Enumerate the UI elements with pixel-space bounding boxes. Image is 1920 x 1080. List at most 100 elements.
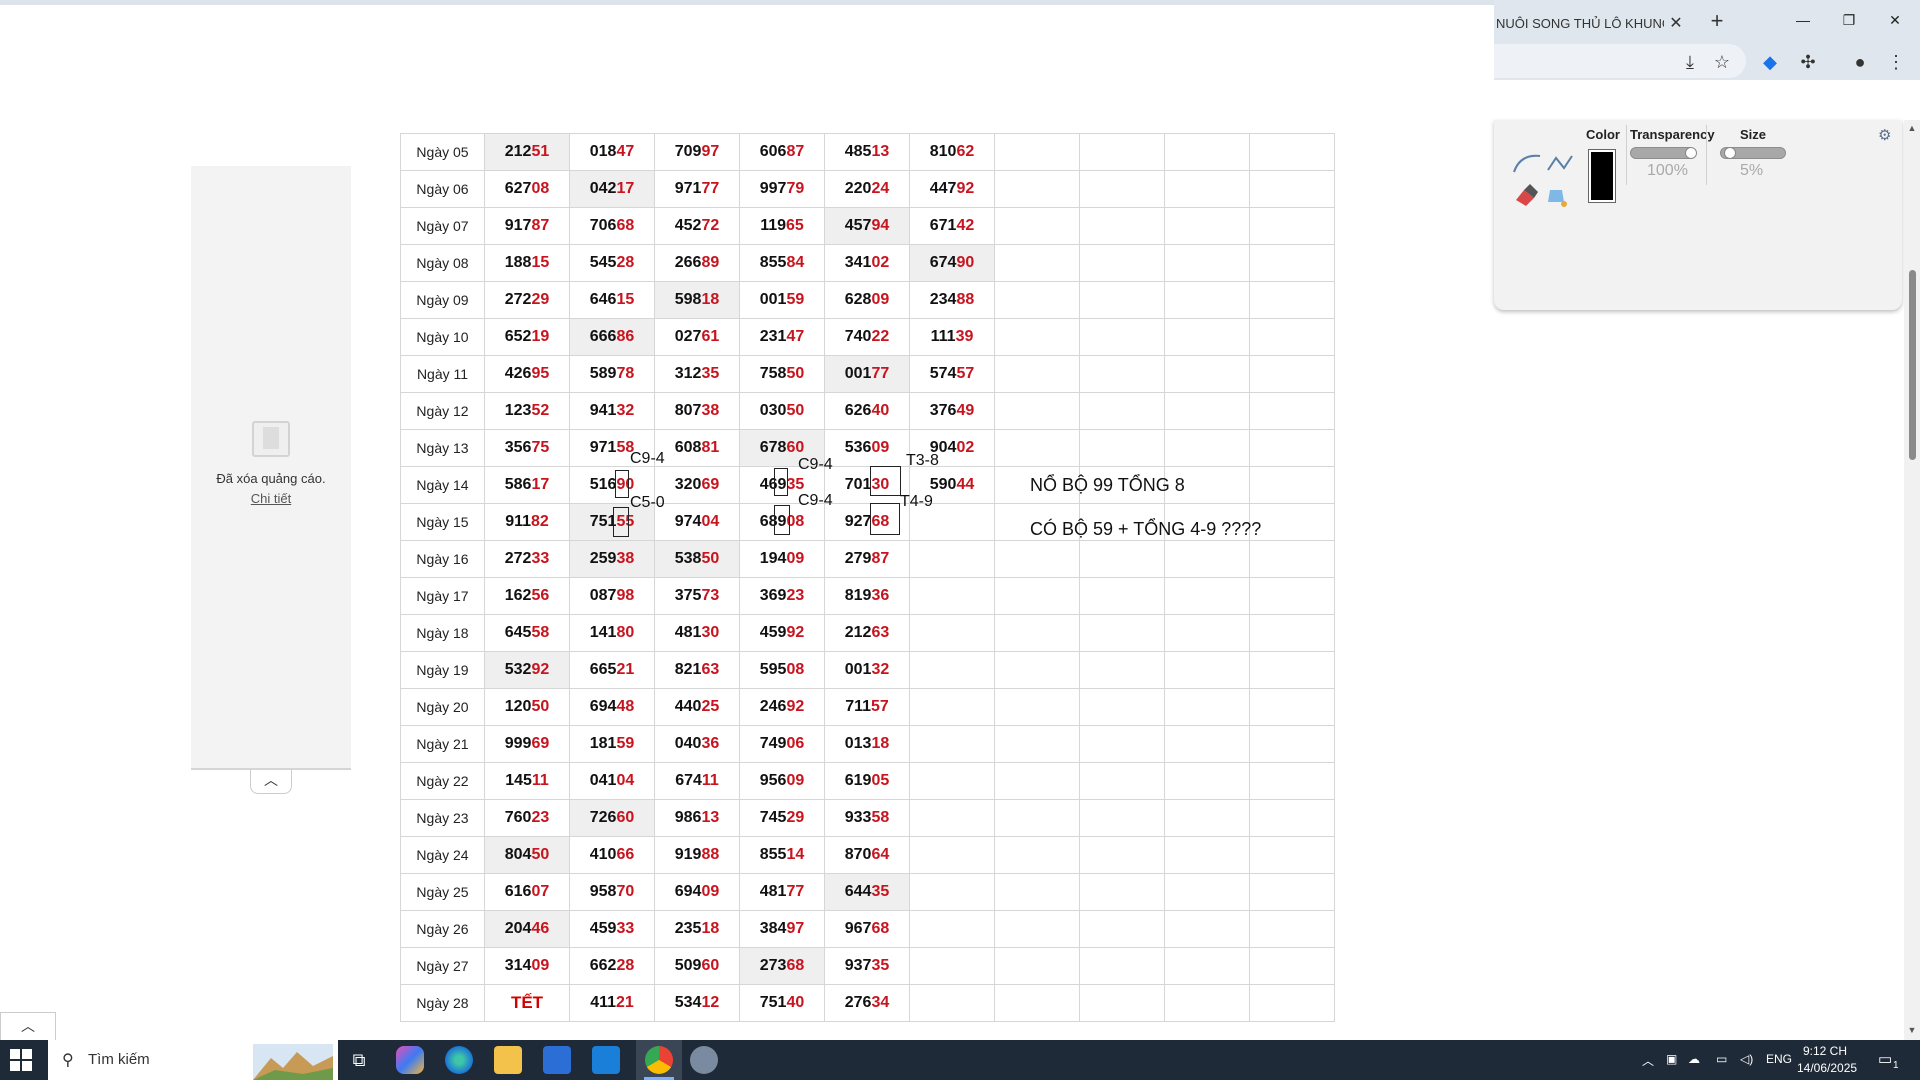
settings-gear-icon[interactable]: ⚙ [1878,126,1891,144]
size-slider-thumb[interactable] [1723,147,1736,159]
result-cell: 66228 [569,947,655,985]
result-cell: 27233 [484,540,570,578]
result-cell: 62708 [484,170,570,208]
network-icon[interactable]: ▭ [1716,1052,1727,1066]
result-cell: 57457 [909,355,995,393]
microsoft-store-icon[interactable] [543,1046,571,1074]
onedrive-icon[interactable]: ☁ [1688,1052,1700,1066]
day-label: Ngày 11 [400,355,485,393]
cell-prefix: 235 [674,920,702,937]
result-cell: 60881 [654,429,740,467]
extensions-puzzle-icon[interactable]: ✣ [1796,50,1820,74]
language-indicator[interactable]: ENG [1766,1052,1792,1066]
result-cell: 67142 [909,207,995,245]
toolbar-divider [1706,125,1707,185]
result-cell: 42695 [484,355,570,393]
cell-prefix: 706 [589,217,617,234]
restore-button[interactable]: ❐ [1826,6,1872,36]
bottom-chevron-up-icon[interactable]: ︿ [0,1012,56,1040]
result-cell: 66686 [569,318,655,356]
install-app-icon[interactable]: ⤓ [1678,50,1702,74]
task-view-icon[interactable]: ⧉ [345,1046,373,1074]
result-cell: 38497 [739,910,825,948]
cell-suffix: 50 [531,846,550,863]
bookmark-star-icon[interactable]: ☆ [1710,50,1734,74]
result-cell: 44025 [654,688,740,726]
empty-cell [1079,429,1165,467]
cell-suffix: 95 [531,365,550,382]
tray-overflow-icon[interactable]: ︿ [1642,1052,1654,1069]
result-cell: 69448 [569,688,655,726]
file-explorer-icon[interactable] [494,1046,522,1074]
copilot-icon[interactable] [396,1046,424,1074]
chrome-taskbar-button[interactable] [636,1040,682,1080]
pen-stroke-icon[interactable] [1512,150,1544,174]
result-cell [909,873,995,911]
annotation-box [774,505,790,535]
transparency-slider[interactable] [1630,147,1697,159]
notification-icon[interactable]: ▭ [1878,1050,1892,1068]
cell-suffix: 36 [871,587,890,604]
windows-start-icon[interactable] [10,1049,32,1071]
cell-prefix: 041 [589,772,617,789]
result-cell: 91182 [484,503,570,541]
menu-kebab-icon[interactable]: ⋮ [1884,50,1908,74]
transparency-slider-thumb[interactable] [1685,147,1697,159]
empty-cell [1164,540,1250,578]
meet-now-icon[interactable]: ▣ [1666,1052,1677,1066]
profile-avatar-icon[interactable]: ● [1848,50,1872,74]
cell-prefix: 662 [589,957,617,974]
result-cell: 64615 [569,281,655,319]
edge-browser-icon[interactable] [445,1046,473,1074]
page-scrollbar[interactable]: ▲ ▼ [1904,120,1920,1040]
result-cell: 66521 [569,651,655,689]
empty-cell [1079,355,1165,393]
tab-close-icon[interactable]: ✕ [1664,13,1688,33]
result-cell: 75850 [739,355,825,393]
result-cell: 25938 [569,540,655,578]
result-cell: 71157 [824,688,910,726]
cell-prefix: 027 [674,328,702,345]
close-window-button[interactable]: ✕ [1872,6,1918,36]
cell-prefix: 141 [589,624,617,641]
paint-bucket-icon[interactable] [1544,184,1572,208]
cell-suffix: 64 [871,846,890,863]
ad-details-link[interactable]: Chi tiết [191,491,351,506]
translate-extension-icon[interactable]: ◆ [1758,50,1782,74]
empty-cell [1249,799,1335,837]
result-cell: 91787 [484,207,570,245]
settings-app-icon[interactable] [690,1046,718,1074]
cell-suffix: 61 [701,328,720,345]
result-cell: 93735 [824,947,910,985]
eraser-icon[interactable] [1512,184,1540,208]
empty-cell [1164,133,1250,171]
cell-prefix: 447 [929,180,957,197]
cell-suffix: 35 [701,365,720,382]
chevron-up-icon[interactable]: ︿ [250,770,292,794]
highlighter-stroke-icon[interactable] [1544,150,1576,174]
outlook-icon[interactable] [592,1046,620,1074]
new-tab-button[interactable]: + [1703,8,1731,36]
color-swatch[interactable] [1588,149,1616,203]
volume-icon[interactable]: ◁) [1740,1052,1753,1066]
taskbar-search[interactable]: ⚲ Tìm kiếm [48,1040,338,1080]
cell-suffix: 98 [616,587,635,604]
cell-suffix: 04 [616,772,635,789]
address-bar[interactable] [1494,44,1746,78]
cell-suffix: 29 [531,291,550,308]
browser-tab[interactable]: NUÔI SONG THỦ LÔ KHUNG 2 ✕ [1494,6,1699,40]
size-slider[interactable] [1720,147,1786,159]
empty-cell [1079,133,1165,171]
scrollbar-thumb[interactable] [1909,270,1916,460]
empty-cell [1079,873,1165,911]
cell-suffix: 48 [616,698,635,715]
result-cell: 12352 [484,392,570,430]
cell-prefix: 608 [674,439,702,456]
scroll-down-icon[interactable]: ▼ [1906,1024,1918,1036]
empty-cell [1164,577,1250,615]
cell-suffix: 50 [531,698,550,715]
minimize-button[interactable]: — [1780,6,1826,36]
ad-panel: Đã xóa quảng cáo. Chi tiết [191,166,351,770]
scroll-up-icon[interactable]: ▲ [1906,122,1918,134]
clock[interactable]: 9:12 CH 14/06/2025 [1797,1043,1857,1077]
